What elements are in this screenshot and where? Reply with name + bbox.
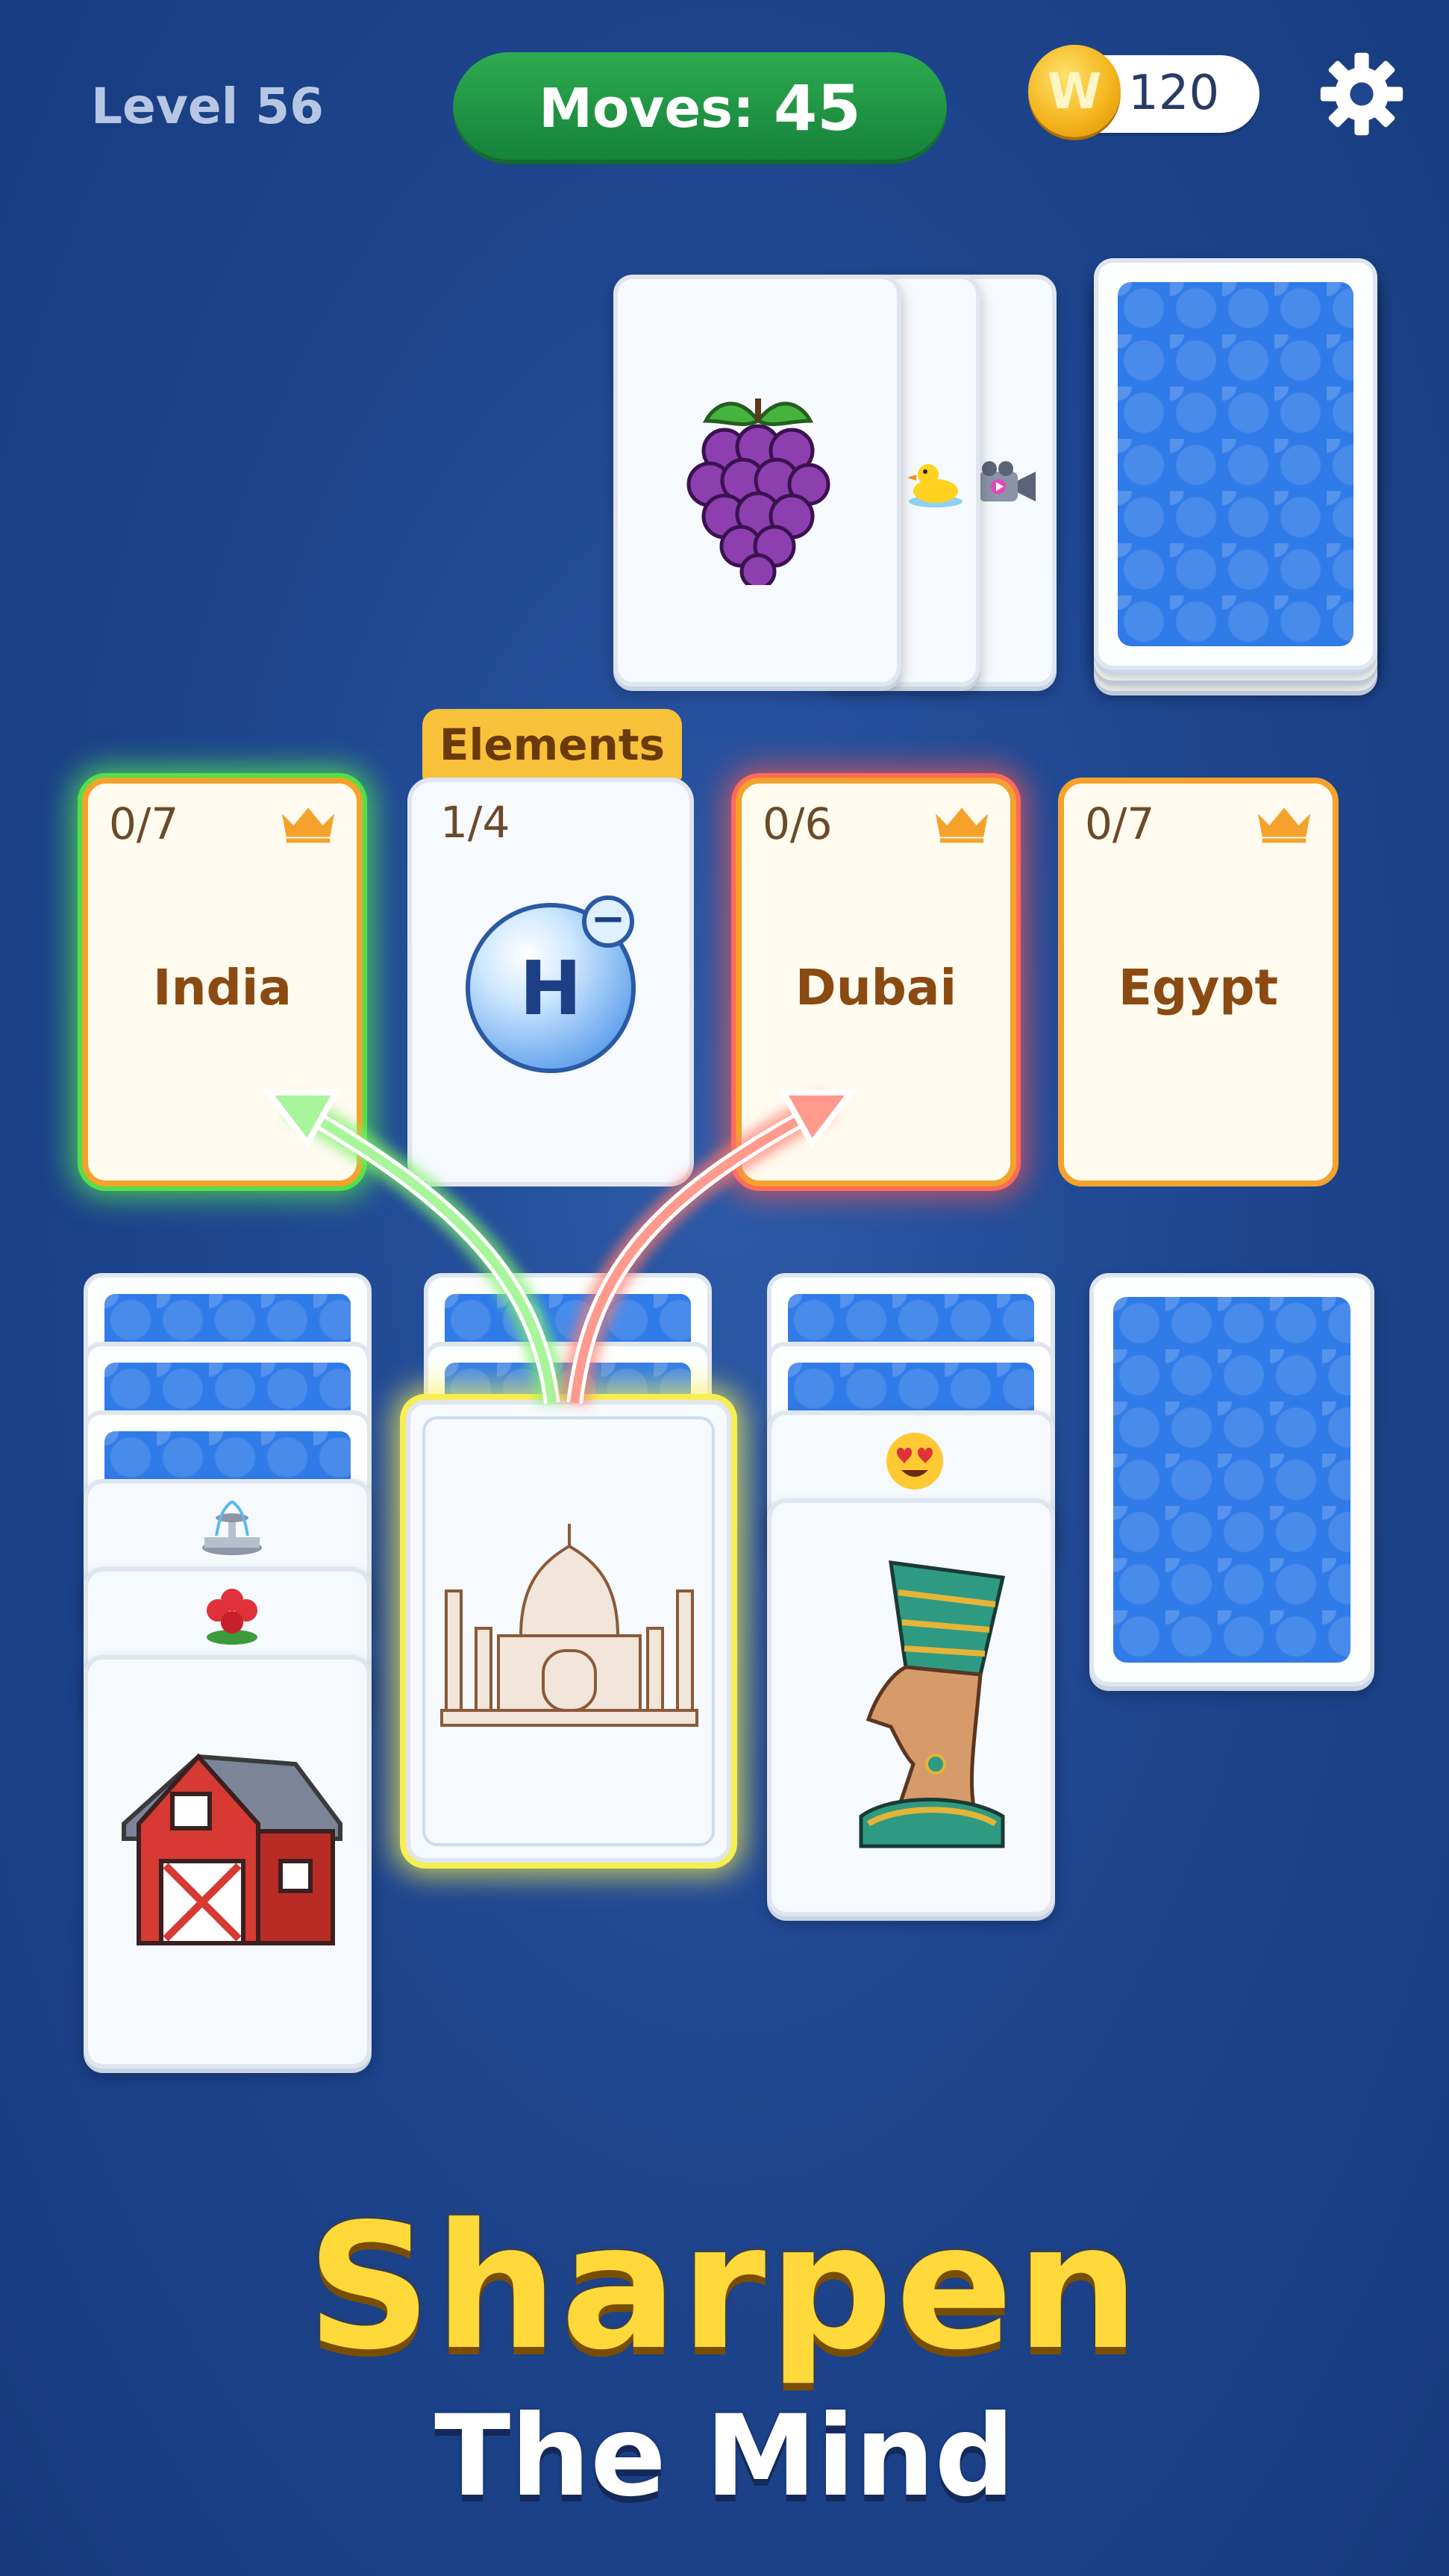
category-label-elements: Elements: [422, 709, 682, 781]
coin-symbol: W: [1047, 62, 1102, 120]
coin-value: 120: [1128, 66, 1220, 121]
roses-icon: [207, 1589, 257, 1645]
charge-icon: −: [582, 895, 634, 948]
category-card-egypt[interactable]: 0/7 Egypt: [1058, 778, 1339, 1187]
grapes-icon: [686, 398, 830, 585]
barn-card[interactable]: [84, 1655, 372, 2069]
element-symbol: H: [519, 944, 582, 1032]
coin-icon: W: [1028, 45, 1121, 137]
nefertiti-icon: [859, 1560, 1006, 1848]
barn-icon: [122, 1753, 342, 1945]
category-name: India: [153, 959, 292, 1016]
headline-line-2: The Mind: [434, 2392, 1015, 2522]
moves-label: Moves:: [539, 77, 754, 140]
category-progress: 1/4: [440, 797, 510, 848]
crown-icon: [1257, 807, 1311, 843]
category-progress: 0/7: [1085, 798, 1155, 849]
draw-pile-top-card[interactable]: [613, 275, 901, 687]
level-label: Level 56: [91, 78, 325, 135]
category-name: Dubai: [795, 959, 957, 1016]
arrow-to-india: [284, 1091, 567, 1405]
card-back-pattern: [1118, 282, 1353, 646]
arrow-to-dubai: [560, 1091, 836, 1405]
crown-icon: [281, 807, 335, 843]
fountain-icon: [202, 1500, 262, 1555]
movie-camera-icon: [979, 461, 1036, 501]
taj-mahal-card-selected[interactable]: [406, 1400, 731, 1863]
hint-arrows: [262, 1090, 857, 1405]
moves-value: 45: [773, 72, 861, 145]
category-name: Egypt: [1118, 959, 1279, 1016]
card-back-pattern: [1113, 1297, 1351, 1663]
heart-eyes-emoji-icon: [886, 1433, 943, 1489]
moves-counter: Moves: 45: [453, 52, 947, 164]
face-down-card[interactable]: [1089, 1273, 1374, 1686]
stock-pile[interactable]: [1094, 258, 1377, 670]
rubber-duck-icon: [907, 464, 963, 507]
category-progress: 0/7: [109, 798, 179, 849]
gear-icon[interactable]: [1317, 49, 1406, 139]
taj-mahal-icon: [440, 1524, 698, 1727]
headline-line-1: Sharpen: [307, 2186, 1142, 2388]
category-progress: 0/6: [763, 798, 833, 849]
crown-icon: [935, 807, 989, 843]
nefertiti-card[interactable]: [767, 1498, 1055, 1916]
